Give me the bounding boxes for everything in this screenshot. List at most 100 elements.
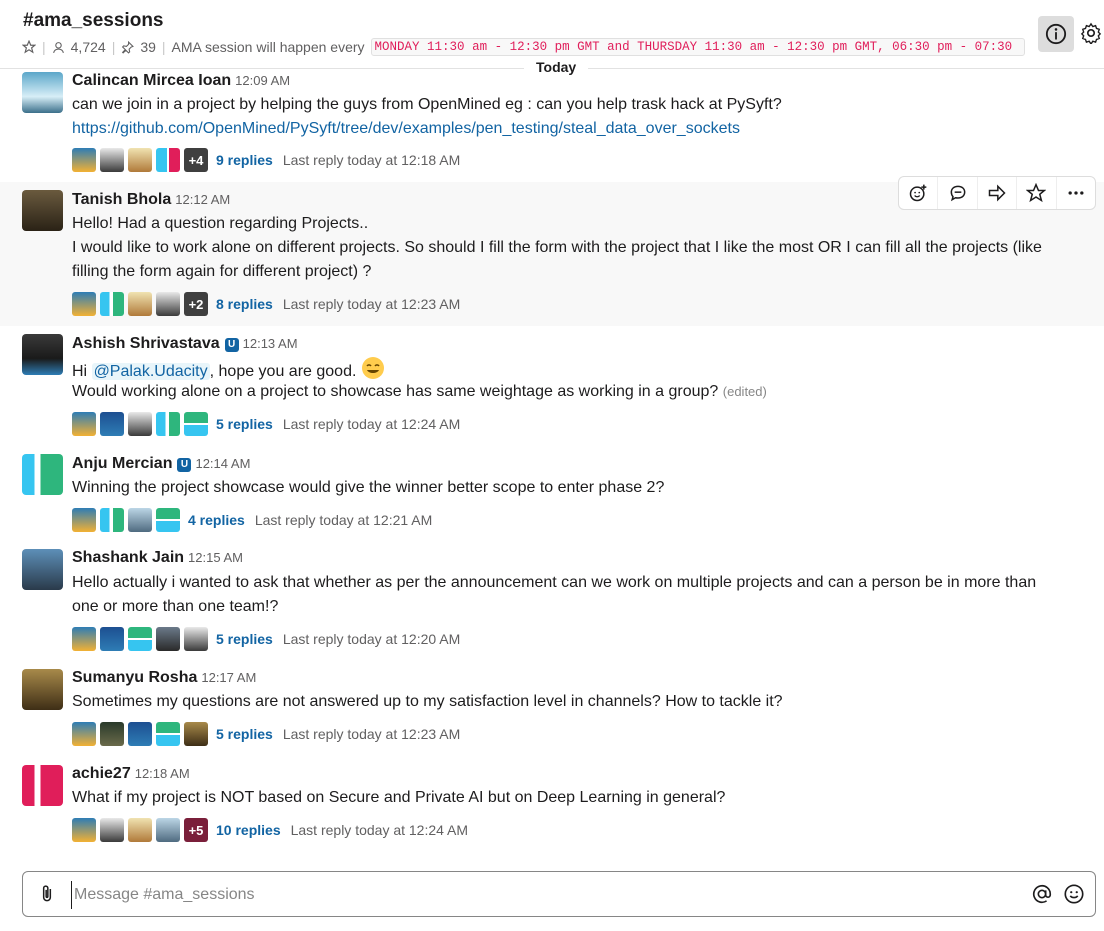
add-reaction-icon[interactable] <box>899 177 939 209</box>
member-count[interactable]: 4,724 <box>71 39 106 55</box>
last-reply: Last reply today at 12:23 AM <box>282 296 461 312</box>
more-participants: +2 <box>184 292 208 316</box>
avatar[interactable] <box>22 549 63 590</box>
message-actions-toolbar <box>898 176 1096 210</box>
timestamp[interactable]: 12:14 AM <box>195 456 250 471</box>
message-item[interactable]: Sumanyu Rosha 12:17 AM Sometimes my quest… <box>0 664 1104 752</box>
message-input[interactable] <box>71 881 1016 909</box>
star-icon[interactable] <box>22 40 36 54</box>
avatar[interactable] <box>22 765 63 806</box>
edited-label: (edited) <box>722 384 767 399</box>
author-name[interactable]: achie27 <box>72 765 131 782</box>
participant-avatar <box>100 148 124 172</box>
thread-summary[interactable]: 5 replies Last reply today at 12:20 AM <box>72 625 460 653</box>
author-name[interactable]: Shashank Jain <box>72 549 184 566</box>
message-item[interactable]: Anju Mercian U 12:14 AM Winning the projec… <box>0 450 1104 538</box>
emoji-icon[interactable] <box>1063 883 1085 905</box>
reply-count[interactable]: 10 replies <box>216 822 281 838</box>
reply-count[interactable]: 5 replies <box>216 416 273 432</box>
participant-avatar <box>128 818 152 842</box>
participant-avatar <box>156 148 180 172</box>
channel-name[interactable]: #ama_sessions <box>23 10 164 32</box>
participant-avatar <box>184 412 208 436</box>
date-divider[interactable]: Today <box>524 57 589 77</box>
message-text: Winning the project showcase would give … <box>72 479 665 496</box>
message-item[interactable]: Shashank Jain 12:15 AM Hello actually i w… <box>0 544 1104 656</box>
participant-avatar <box>128 148 152 172</box>
last-reply: Last reply today at 12:21 AM <box>254 512 433 528</box>
author-name[interactable]: Calincan Mircea Ioan <box>72 72 231 89</box>
reply-count[interactable]: 8 replies <box>216 296 273 312</box>
participant-avatar <box>72 722 96 746</box>
star-icon[interactable] <box>1017 177 1057 209</box>
message-item[interactable]: Calincan Mircea Ioan 12:09 AM can we join… <box>0 69 1104 181</box>
at-icon[interactable] <box>1031 883 1053 905</box>
participant-avatar <box>128 627 152 651</box>
thread-reply-icon[interactable] <box>938 177 978 209</box>
message-composer <box>22 871 1096 917</box>
participant-avatar <box>72 148 96 172</box>
message-text: one or more than one team!? <box>72 598 279 615</box>
avatar[interactable] <box>22 190 63 231</box>
message-text: filling the form again for different pro… <box>72 263 372 280</box>
author-name[interactable]: Sumanyu Rosha <box>72 669 197 686</box>
participant-avatar <box>72 508 96 532</box>
participant-avatar <box>156 412 180 436</box>
avatar[interactable] <box>22 454 63 495</box>
participant-avatar <box>100 722 124 746</box>
last-reply: Last reply today at 12:24 AM <box>282 416 461 432</box>
shield-badge-icon: U <box>224 338 239 352</box>
thread-summary[interactable]: 5 replies Last reply today at 12:23 AM <box>72 720 460 748</box>
user-mention[interactable]: @Palak.Udacity <box>91 363 210 380</box>
participant-avatar <box>184 722 208 746</box>
participant-avatar <box>100 412 124 436</box>
thread-summary[interactable]: 4 replies Last reply today at 12:21 AM <box>72 506 432 534</box>
timestamp[interactable]: 12:12 AM <box>175 192 230 207</box>
thread-summary[interactable]: +5 10 replies Last reply today at 12:24 … <box>72 816 468 844</box>
author-name[interactable]: Tanish Bhola <box>72 191 171 208</box>
reply-count[interactable]: 5 replies <box>216 726 273 742</box>
info-icon <box>1045 23 1067 45</box>
person-icon <box>52 41 65 54</box>
participant-avatar <box>72 818 96 842</box>
message-text: can we join in a project by helping the … <box>72 96 782 113</box>
message-text: What if my project is NOT based on Secur… <box>72 789 726 806</box>
thread-summary[interactable]: +4 9 replies Last reply today at 12:18 A… <box>72 146 460 174</box>
thread-summary[interactable]: 5 replies Last reply today at 12:24 AM <box>72 410 460 438</box>
channel-topic-code: MONDAY 11:30 am - 12:30 pm GMT and THURS… <box>370 38 1025 56</box>
author-name[interactable]: Anju Mercian <box>72 455 172 472</box>
thread-summary[interactable]: +2 8 replies Last reply today at 12:23 A… <box>72 290 460 318</box>
participant-avatar <box>72 627 96 651</box>
participant-avatar <box>100 292 124 316</box>
timestamp[interactable]: 12:17 AM <box>201 670 256 685</box>
more-actions-icon[interactable] <box>1057 177 1095 209</box>
avatar[interactable] <box>22 72 63 113</box>
reply-count[interactable]: 4 replies <box>188 512 245 528</box>
timestamp[interactable]: 12:09 AM <box>235 73 290 88</box>
last-reply: Last reply today at 12:20 AM <box>282 631 461 647</box>
author-name[interactable]: Ashish Shrivastava <box>72 335 220 352</box>
last-reply: Last reply today at 12:23 AM <box>282 726 461 742</box>
avatar[interactable] <box>22 334 63 375</box>
reply-count[interactable]: 9 replies <box>216 152 273 168</box>
participant-avatar <box>184 627 208 651</box>
avatar[interactable] <box>22 669 63 710</box>
paperclip-icon[interactable] <box>37 884 57 904</box>
timestamp[interactable]: 12:15 AM <box>188 550 243 565</box>
participant-avatar <box>100 508 124 532</box>
timestamp[interactable]: 12:13 AM <box>243 336 298 351</box>
last-reply: Last reply today at 12:18 AM <box>282 152 461 168</box>
reply-count[interactable]: 5 replies <box>216 631 273 647</box>
message-item[interactable]: achie27 12:18 AM What if my project is NO… <box>0 760 1104 848</box>
message-link[interactable]: https://github.com/OpenMined/PySyft/tree… <box>72 117 740 141</box>
timestamp[interactable]: 12:18 AM <box>135 766 190 781</box>
pinned-count[interactable]: 39 <box>140 39 156 55</box>
gear-icon[interactable] <box>1080 22 1102 46</box>
share-icon[interactable] <box>978 177 1018 209</box>
message-text: Sometimes my questions are not answered … <box>72 693 783 710</box>
channel-info-button[interactable] <box>1038 16 1074 52</box>
participant-avatar <box>128 412 152 436</box>
participant-avatar <box>72 292 96 316</box>
message-item[interactable]: Ashish Shrivastava U 12:13 AM Hi @Palak.Ud… <box>0 330 1104 442</box>
more-participants: +4 <box>184 148 208 172</box>
